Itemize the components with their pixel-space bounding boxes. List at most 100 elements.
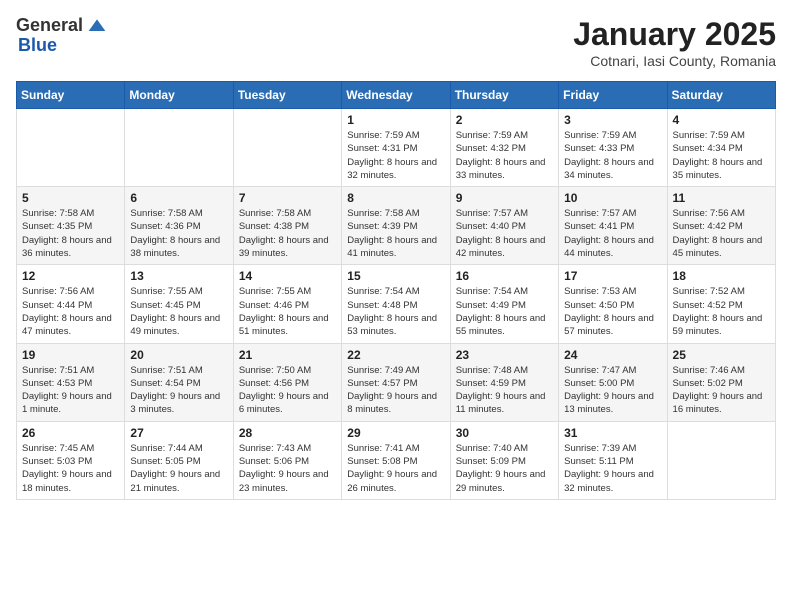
weekday-header-row: SundayMondayTuesdayWednesdayThursdayFrid… [17,82,776,109]
week-row-5: 26Sunrise: 7:45 AM Sunset: 5:03 PM Dayli… [17,421,776,499]
day-cell: 18Sunrise: 7:52 AM Sunset: 4:52 PM Dayli… [667,265,775,343]
day-number: 27 [130,426,227,440]
day-info: Sunrise: 7:40 AM Sunset: 5:09 PM Dayligh… [456,442,553,495]
day-number: 24 [564,348,661,362]
day-info: Sunrise: 7:56 AM Sunset: 4:42 PM Dayligh… [673,207,770,260]
weekday-header-friday: Friday [559,82,667,109]
day-info: Sunrise: 7:54 AM Sunset: 4:49 PM Dayligh… [456,285,553,338]
day-number: 3 [564,113,661,127]
day-cell: 3 Sunrise: 7:59 AM Sunset: 4:33 PM Daylig… [559,109,667,187]
page-header: General Blue January 2025 Cotnari, Iasi … [16,16,776,69]
day-cell: 30 Sunrise: 7:40 AM Sunset: 5:09 PM Dayli… [450,421,558,499]
day-number: 11 [673,191,770,205]
day-info: Sunrise: 7:54 AM Sunset: 4:48 PM Dayligh… [347,285,444,338]
day-number: 9 [456,191,553,205]
weekday-header-monday: Monday [125,82,233,109]
day-info: Sunrise: 7:51 AM Sunset: 4:53 PM Dayligh… [22,364,119,417]
day-number: 17 [564,269,661,283]
day-cell: 29 Sunrise: 7:41 AM Sunset: 5:08 PM Dayli… [342,421,450,499]
day-number: 5 [22,191,119,205]
weekday-header-wednesday: Wednesday [342,82,450,109]
day-number: 22 [347,348,444,362]
day-cell: 2Sunrise: 7:59 AM Sunset: 4:32 PM Daylig… [450,109,558,187]
day-number: 25 [673,348,770,362]
day-info: Sunrise: 7:55 AM Sunset: 4:46 PM Dayligh… [239,285,336,338]
day-number: 12 [22,269,119,283]
day-number: 16 [456,269,553,283]
day-info: Sunrise: 7:51 AM Sunset: 4:54 PM Dayligh… [130,364,227,417]
day-info: Sunrise: 7:57 AM Sunset: 4:40 PM Dayligh… [456,207,553,260]
day-cell: 10 Sunrise: 7:57 AM Sunset: 4:41 PM Dayli… [559,187,667,265]
week-row-3: 12 Sunrise: 7:56 AM Sunset: 4:44 PM Dayli… [17,265,776,343]
day-cell: 22Sunrise: 7:49 AM Sunset: 4:57 PM Dayli… [342,343,450,421]
day-number: 13 [130,269,227,283]
weekday-header-tuesday: Tuesday [233,82,341,109]
day-number: 31 [564,426,661,440]
day-number: 2 [456,113,553,127]
logo-blue-text: Blue [16,36,107,56]
day-number: 20 [130,348,227,362]
day-cell: 26Sunrise: 7:45 AM Sunset: 5:03 PM Dayli… [17,421,125,499]
day-number: 23 [456,348,553,362]
day-cell: 15Sunrise: 7:54 AM Sunset: 4:48 PM Dayli… [342,265,450,343]
day-info: Sunrise: 7:56 AM Sunset: 4:44 PM Dayligh… [22,285,119,338]
day-number: 29 [347,426,444,440]
weekday-header-sunday: Sunday [17,82,125,109]
day-number: 8 [347,191,444,205]
day-cell: 17 Sunrise: 7:53 AM Sunset: 4:50 PM Dayli… [559,265,667,343]
day-info: Sunrise: 7:58 AM Sunset: 4:36 PM Dayligh… [130,207,227,260]
day-info: Sunrise: 7:59 AM Sunset: 4:34 PM Dayligh… [673,129,770,182]
day-number: 30 [456,426,553,440]
day-info: Sunrise: 7:48 AM Sunset: 4:59 PM Dayligh… [456,364,553,417]
day-info: Sunrise: 7:52 AM Sunset: 4:52 PM Dayligh… [673,285,770,338]
day-number: 4 [673,113,770,127]
day-cell [233,109,341,187]
day-info: Sunrise: 7:50 AM Sunset: 4:56 PM Dayligh… [239,364,336,417]
day-cell: 20 Sunrise: 7:51 AM Sunset: 4:54 PM Dayli… [125,343,233,421]
day-cell [17,109,125,187]
week-row-1: 1Sunrise: 7:59 AM Sunset: 4:31 PM Daylig… [17,109,776,187]
day-info: Sunrise: 7:58 AM Sunset: 4:38 PM Dayligh… [239,207,336,260]
day-cell: 12 Sunrise: 7:56 AM Sunset: 4:44 PM Dayli… [17,265,125,343]
day-cell: 24 Sunrise: 7:47 AM Sunset: 5:00 PM Dayli… [559,343,667,421]
day-cell: 7Sunrise: 7:58 AM Sunset: 4:38 PM Daylig… [233,187,341,265]
week-row-4: 19 Sunrise: 7:51 AM Sunset: 4:53 PM Dayli… [17,343,776,421]
week-row-2: 5 Sunrise: 7:58 AM Sunset: 4:35 PM Daylig… [17,187,776,265]
day-info: Sunrise: 7:43 AM Sunset: 5:06 PM Dayligh… [239,442,336,495]
day-info: Sunrise: 7:55 AM Sunset: 4:45 PM Dayligh… [130,285,227,338]
weekday-header-saturday: Saturday [667,82,775,109]
day-info: Sunrise: 7:59 AM Sunset: 4:33 PM Dayligh… [564,129,661,182]
day-info: Sunrise: 7:57 AM Sunset: 4:41 PM Dayligh… [564,207,661,260]
day-number: 21 [239,348,336,362]
location-title: Cotnari, Iasi County, Romania [573,53,776,69]
weekday-header-thursday: Thursday [450,82,558,109]
day-cell: 19 Sunrise: 7:51 AM Sunset: 4:53 PM Dayli… [17,343,125,421]
month-title: January 2025 [573,16,776,53]
calendar-table: SundayMondayTuesdayWednesdayThursdayFrid… [16,81,776,500]
day-info: Sunrise: 7:44 AM Sunset: 5:05 PM Dayligh… [130,442,227,495]
day-cell: 27 Sunrise: 7:44 AM Sunset: 5:05 PM Dayli… [125,421,233,499]
day-cell: 31Sunrise: 7:39 AM Sunset: 5:11 PM Dayli… [559,421,667,499]
day-cell: 16 Sunrise: 7:54 AM Sunset: 4:49 PM Dayli… [450,265,558,343]
day-info: Sunrise: 7:46 AM Sunset: 5:02 PM Dayligh… [673,364,770,417]
day-cell: 23 Sunrise: 7:48 AM Sunset: 4:59 PM Dayli… [450,343,558,421]
day-cell: 4 Sunrise: 7:59 AM Sunset: 4:34 PM Daylig… [667,109,775,187]
day-info: Sunrise: 7:58 AM Sunset: 4:35 PM Dayligh… [22,207,119,260]
day-cell: 21 Sunrise: 7:50 AM Sunset: 4:56 PM Dayli… [233,343,341,421]
day-info: Sunrise: 7:47 AM Sunset: 5:00 PM Dayligh… [564,364,661,417]
day-cell: 6 Sunrise: 7:58 AM Sunset: 4:36 PM Daylig… [125,187,233,265]
day-number: 14 [239,269,336,283]
day-cell [667,421,775,499]
day-number: 6 [130,191,227,205]
day-cell [125,109,233,187]
day-cell: 28Sunrise: 7:43 AM Sunset: 5:06 PM Dayli… [233,421,341,499]
day-cell: 13 Sunrise: 7:55 AM Sunset: 4:45 PM Dayli… [125,265,233,343]
day-info: Sunrise: 7:53 AM Sunset: 4:50 PM Dayligh… [564,285,661,338]
logo-general-text: General [16,16,83,36]
day-number: 10 [564,191,661,205]
day-cell: 5 Sunrise: 7:58 AM Sunset: 4:35 PM Daylig… [17,187,125,265]
day-info: Sunrise: 7:58 AM Sunset: 4:39 PM Dayligh… [347,207,444,260]
day-number: 19 [22,348,119,362]
day-info: Sunrise: 7:41 AM Sunset: 5:08 PM Dayligh… [347,442,444,495]
day-cell: 8 Sunrise: 7:58 AM Sunset: 4:39 PM Daylig… [342,187,450,265]
